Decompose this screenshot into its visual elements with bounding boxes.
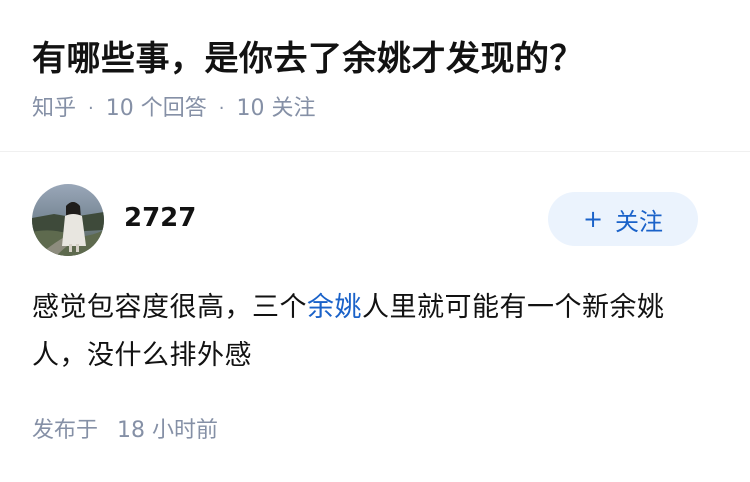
posted-timestamp: 18 小时前: [117, 418, 219, 443]
posted-time: 发布于 18 小时前: [32, 414, 218, 448]
question-meta: 知乎 · 10 个回答 · 10 关注: [32, 92, 315, 126]
content-text: 感觉包容度很高，三个: [32, 292, 307, 323]
answer-count[interactable]: 10 个回答: [106, 92, 207, 126]
posted-label: 发布于: [32, 418, 99, 443]
avatar-image: [32, 184, 104, 256]
author-name[interactable]: 2727: [124, 200, 196, 236]
follow-label: 关注: [615, 207, 664, 236]
plus-icon: +: [582, 205, 604, 233]
question-title[interactable]: 有哪些事，是你去了余姚才发现的？: [32, 34, 584, 84]
meta-separator: ·: [218, 98, 225, 119]
question-header: 有哪些事，是你去了余姚才发现的？ 知乎 · 10 个回答 · 10 关注: [0, 0, 750, 150]
answer-content[interactable]: 感觉包容度很高，三个余姚人里就可能有一个新余姚人，没什么排外感: [32, 284, 712, 380]
source-label[interactable]: 知乎: [32, 92, 76, 126]
divider: [0, 151, 750, 152]
content-link-yuyao[interactable]: 余姚: [307, 292, 362, 323]
follow-button[interactable]: + 关注: [548, 192, 698, 246]
meta-separator: ·: [88, 98, 94, 119]
follower-count[interactable]: 10 关注: [236, 92, 315, 126]
avatar[interactable]: [32, 184, 104, 256]
